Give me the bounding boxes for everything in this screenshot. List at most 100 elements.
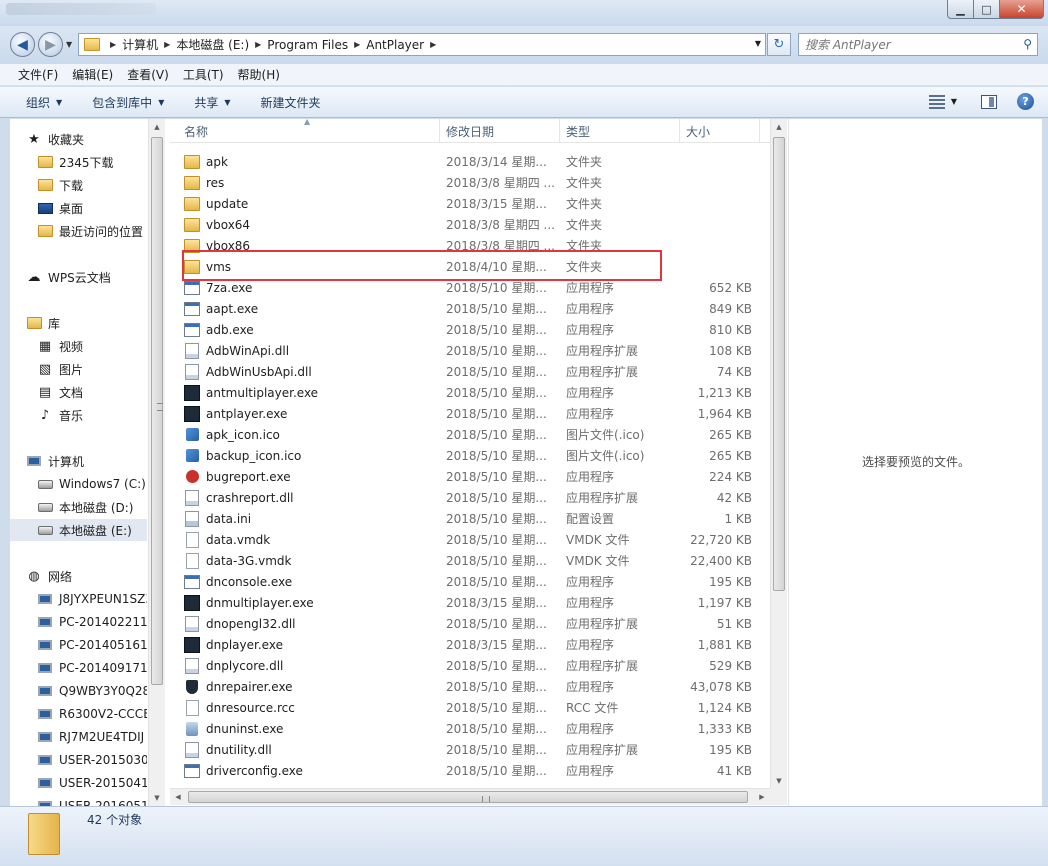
breadcrumb-separator-icon[interactable]: ▶	[354, 40, 360, 49]
scroll-down-arrow[interactable]: ▼	[149, 790, 165, 806]
file-row[interactable]: driverconfig.exe 2018/5/10 星期... 应用程序 41 KB	[182, 760, 772, 781]
nav-item[interactable]: 计算机	[10, 450, 147, 472]
nav-item[interactable]: ♪ 音乐	[10, 404, 147, 426]
back-button[interactable]: ◀	[10, 32, 35, 57]
file-row[interactable]: vbox64 2018/3/8 星期四 ... 文件夹	[182, 214, 772, 235]
search-input[interactable]	[805, 37, 1015, 52]
scroll-down-arrow[interactable]: ▼	[771, 773, 787, 789]
file-row[interactable]: dnplayer.exe 2018/3/15 星期... 应用程序 1,881 KB	[182, 634, 772, 655]
view-options-dropdown[interactable]: ▼	[951, 97, 957, 106]
breadcrumb-item[interactable]: 本地磁盘 (E:)	[176, 36, 249, 53]
file-row[interactable]: dnutility.dll 2018/5/10 星期... 应用程序扩展 195 KB	[182, 739, 772, 760]
nav-item[interactable]: 最近访问的位置	[10, 220, 147, 242]
nav-item[interactable]: ◍ 网络	[10, 565, 147, 587]
preview-pane-button[interactable]	[981, 94, 997, 109]
refresh-button[interactable]: ↻	[767, 33, 791, 56]
scroll-right-arrow[interactable]: ▶	[754, 789, 770, 805]
nav-item[interactable]: ▧ 图片	[10, 358, 147, 380]
breadcrumb-separator-icon[interactable]: ▶	[430, 40, 436, 49]
file-row[interactable]: apk 2018/3/14 星期... 文件夹	[182, 151, 772, 172]
file-scroll-thumb[interactable]	[773, 137, 785, 591]
recent-pages-dropdown[interactable]: ▼	[66, 40, 72, 49]
file-list-horizontal-scrollbar[interactable]: ◀ ▶	[170, 788, 770, 805]
menu-item[interactable]: 编辑(E)	[72, 66, 113, 83]
nav-item[interactable]: 2345下载	[10, 151, 147, 173]
file-row[interactable]: data.vmdk 2018/5/10 星期... VMDK 文件 22,720 KB	[182, 529, 772, 550]
nav-item[interactable]: ☁ WPS云文档	[10, 266, 147, 288]
nav-item[interactable]: PC-2014022116	[10, 611, 147, 633]
help-button[interactable]: ?	[1017, 93, 1034, 110]
file-row[interactable]: aapt.exe 2018/5/10 星期... 应用程序 849 KB	[182, 298, 772, 319]
file-row[interactable]: res 2018/3/8 星期四 ... 文件夹	[182, 172, 772, 193]
breadcrumb-item[interactable]: 计算机	[122, 36, 158, 53]
menu-item[interactable]: 帮助(H)	[238, 66, 280, 83]
nav-scroll-thumb[interactable]	[151, 137, 163, 685]
nav-item[interactable]: 桌面	[10, 197, 147, 219]
nav-item[interactable]: USER-20150416	[10, 772, 147, 794]
column-name[interactable]: 名称	[178, 119, 440, 143]
file-row[interactable]: crashreport.dll 2018/5/10 星期... 应用程序扩展 42 K…	[182, 487, 772, 508]
share-button[interactable]: 共享 ▼	[194, 94, 230, 111]
file-row[interactable]: dnmultiplayer.exe 2018/3/15 星期... 应用程序 1,19…	[182, 592, 772, 613]
breadcrumb-separator-icon[interactable]: ▶	[164, 40, 170, 49]
file-row[interactable]: dnconsole.exe 2018/5/10 星期... 应用程序 195 KB	[182, 571, 772, 592]
minimize-button[interactable]: ▁	[947, 0, 974, 19]
nav-item[interactable]: J8JYXPEUN1SZ3	[10, 588, 147, 610]
nav-item[interactable]: USER-20150304	[10, 749, 147, 771]
file-row[interactable]: antplayer.exe 2018/5/10 星期... 应用程序 1,964 KB	[182, 403, 772, 424]
file-row[interactable]: data-3G.vmdk 2018/5/10 星期... VMDK 文件 22,400…	[182, 550, 772, 571]
file-row[interactable]: AdbWinUsbApi.dll 2018/5/10 星期... 应用程序扩展 74 …	[182, 361, 772, 382]
file-row[interactable]: bugreport.exe 2018/5/10 星期... 应用程序 224 KB	[182, 466, 772, 487]
scroll-up-arrow[interactable]: ▲	[149, 119, 165, 135]
file-row[interactable]: apk_icon.ico 2018/5/10 星期... 图片文件(.ico) 265…	[182, 424, 772, 445]
file-list-vertical-scrollbar[interactable]: ▲ ▼	[770, 119, 787, 789]
column-size[interactable]: 大小	[680, 119, 760, 143]
new-folder-button[interactable]: 新建文件夹	[261, 94, 321, 111]
nav-item[interactable]: 库	[10, 312, 147, 334]
file-row[interactable]: dnopengl32.dll 2018/5/10 星期... 应用程序扩展 51 KB	[182, 613, 772, 634]
include-in-library-button[interactable]: 包含到库中 ▼	[92, 94, 164, 111]
nav-item[interactable]: ▦ 视频	[10, 335, 147, 357]
breadcrumb-item[interactable]: AntPlayer	[366, 38, 424, 52]
menu-item[interactable]: 工具(T)	[183, 66, 224, 83]
file-row[interactable]: adb.exe 2018/5/10 星期... 应用程序 810 KB	[182, 319, 772, 340]
address-history-dropdown[interactable]: ▼	[755, 39, 761, 48]
file-row[interactable]: dnplycore.dll 2018/5/10 星期... 应用程序扩展 529 KB	[182, 655, 772, 676]
nav-item[interactable]: ▤ 文档	[10, 381, 147, 403]
forward-button[interactable]: ▶	[38, 32, 63, 57]
close-button[interactable]: ✕	[1000, 0, 1044, 19]
file-row[interactable]: dnresource.rcc 2018/5/10 星期... RCC 文件 1,124…	[182, 697, 772, 718]
view-mode-icon[interactable]	[928, 94, 945, 109]
nav-item[interactable]: RJ7M2UE4TDIJ	[10, 726, 147, 748]
menu-item[interactable]: 文件(F)	[18, 66, 58, 83]
nav-item[interactable]: USER-20160511	[10, 795, 147, 806]
nav-scrollbar[interactable]: ▲ ▼	[148, 119, 165, 806]
breadcrumb-separator-icon[interactable]: ▶	[110, 40, 116, 49]
file-row[interactable]: data.ini 2018/5/10 星期... 配置设置 1 KB	[182, 508, 772, 529]
breadcrumb-item[interactable]: Program Files	[267, 38, 348, 52]
nav-item[interactable]: ★ 收藏夹	[10, 128, 147, 150]
organize-button[interactable]: 组织 ▼	[26, 94, 62, 111]
file-row[interactable]: backup_icon.ico 2018/5/10 星期... 图片文件(.ico)…	[182, 445, 772, 466]
nav-item[interactable]: 下载	[10, 174, 147, 196]
file-row[interactable]: dnuninst.exe 2018/5/10 星期... 应用程序 1,333 KB	[182, 718, 772, 739]
file-row[interactable]: update 2018/3/15 星期... 文件夹	[182, 193, 772, 214]
nav-item[interactable]: 本地磁盘 (E:)	[10, 519, 147, 541]
nav-item[interactable]: PC-2014091711	[10, 657, 147, 679]
nav-item[interactable]: Q9WBY3Y0Q28	[10, 680, 147, 702]
file-row[interactable]: AdbWinApi.dll 2018/5/10 星期... 应用程序扩展 108 KB	[182, 340, 772, 361]
nav-item[interactable]: R6300V2-CCCE	[10, 703, 147, 725]
horizontal-scroll-thumb[interactable]	[188, 791, 748, 803]
nav-item[interactable]: PC-2014051617	[10, 634, 147, 656]
column-date[interactable]: 修改日期	[440, 119, 560, 143]
search-icon[interactable]: ⚲	[1023, 37, 1032, 51]
file-row[interactable]: antmultiplayer.exe 2018/5/10 星期... 应用程序 1,2…	[182, 382, 772, 403]
scroll-up-arrow[interactable]: ▲	[771, 119, 787, 135]
nav-item[interactable]: Windows7 (C:)	[10, 473, 147, 495]
breadcrumb-separator-icon[interactable]: ▶	[255, 40, 261, 49]
address-bar[interactable]: ▶ 计算机 ▶ 本地磁盘 (E:) ▶ Program Files ▶ AntPlayer ▶ …	[78, 33, 766, 56]
file-row[interactable]: dnrepairer.exe 2018/5/10 星期... 应用程序 43,078 …	[182, 676, 772, 697]
maximize-button[interactable]: □	[974, 0, 1000, 19]
scroll-left-arrow[interactable]: ◀	[170, 789, 186, 805]
nav-item[interactable]: 本地磁盘 (D:)	[10, 496, 147, 518]
